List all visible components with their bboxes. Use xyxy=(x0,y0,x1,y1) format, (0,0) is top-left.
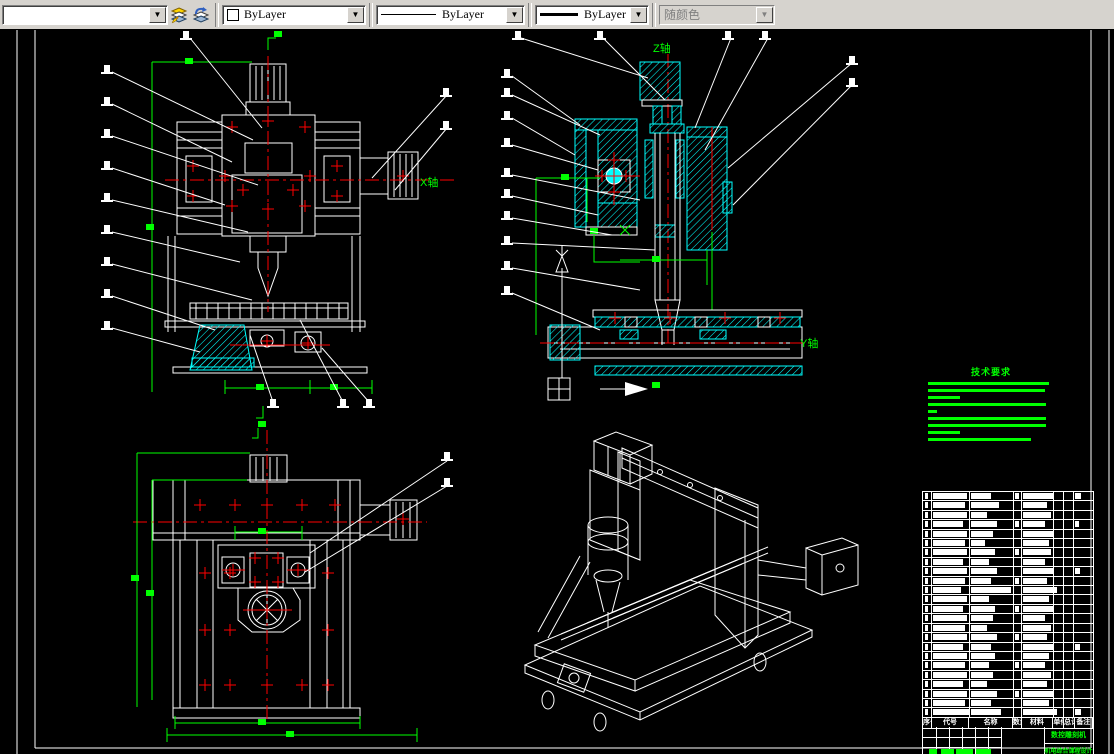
tech-requirement-line xyxy=(928,389,1045,392)
bom-row xyxy=(923,585,1093,594)
plotstyle-combo-arrow-icon: ▼ xyxy=(756,7,773,23)
tech-requirement-line xyxy=(928,382,1049,385)
leader-lines xyxy=(101,31,452,408)
y-axis-label: Y轴 xyxy=(800,336,818,350)
bom-row xyxy=(923,670,1093,679)
view-front-lower xyxy=(131,428,453,742)
bom-row xyxy=(923,707,1093,716)
tech-requirement-line xyxy=(928,403,1046,406)
view-front-xz-assembly: X轴 xyxy=(101,31,455,427)
toolbar-separator xyxy=(215,3,219,27)
model-space-canvas[interactable]: X轴 Z轴 xyxy=(0,29,1114,754)
hole-marks xyxy=(187,115,409,349)
bom-row xyxy=(923,604,1093,613)
bom-row xyxy=(923,623,1093,632)
bom-row xyxy=(923,529,1093,538)
title-block-product-name: 数控雕刻机 xyxy=(1044,730,1093,740)
technical-requirements-title: 技术要求 xyxy=(928,365,1054,378)
centerlines-lower xyxy=(133,430,427,720)
layer-combo[interactable]: ▼ xyxy=(2,5,168,25)
lineweight-combo-value: ByLayer xyxy=(584,7,626,22)
make-object-layer-current-icon[interactable] xyxy=(169,5,189,25)
bom-row xyxy=(923,547,1093,556)
layers-toolbar-panel: ▼ xyxy=(0,1,212,28)
bom-row xyxy=(923,510,1093,519)
bom-row xyxy=(923,689,1093,698)
bom-row xyxy=(923,632,1093,641)
lineweight-sample xyxy=(540,13,578,16)
tech-requirement-line xyxy=(928,438,1031,441)
linetype-combo[interactable]: ByLayer ▼ xyxy=(376,5,525,25)
view-isometric-machine xyxy=(525,432,858,731)
bom-row xyxy=(923,698,1093,707)
color-combo-value: ByLayer xyxy=(244,7,286,22)
bom-row xyxy=(923,538,1093,547)
title-block: 数控雕刻机 机电综合课程设计 xyxy=(922,727,1094,754)
bom-row xyxy=(923,679,1093,688)
object-properties-toolbar: ▼ xyxy=(0,0,1114,30)
bom-row xyxy=(923,566,1093,575)
toolbar-separator xyxy=(369,3,373,27)
toolbar-separator xyxy=(652,3,656,27)
bom-table: 序号代号名称数量材料单件总计备注 xyxy=(922,491,1094,727)
layer-combo-arrow-icon[interactable]: ▼ xyxy=(149,7,166,23)
color-combo[interactable]: ByLayer ▼ xyxy=(222,5,366,25)
bom-row xyxy=(923,613,1093,622)
bom-row xyxy=(923,500,1093,509)
view-section-y-table: Y轴 xyxy=(540,310,818,375)
technical-requirements: 技术要求 xyxy=(928,365,1054,441)
section-direction-arrow xyxy=(625,382,648,396)
linetype-combo-value: ByLayer xyxy=(442,7,484,22)
bom-row xyxy=(923,557,1093,566)
technical-requirements-bars xyxy=(928,382,1054,441)
plotstyle-combo-value: 随颜色 xyxy=(664,6,700,23)
tech-requirement-line xyxy=(928,431,960,434)
layer-previous-icon[interactable] xyxy=(191,5,211,25)
color-swatch xyxy=(227,9,239,21)
bom-row xyxy=(923,660,1093,669)
view-section-z-axis: Z轴 xyxy=(501,31,858,400)
bom-row xyxy=(923,491,1093,500)
centerlines xyxy=(165,56,455,345)
bom-row xyxy=(923,651,1093,660)
linetype-sample xyxy=(381,14,436,15)
bom-row xyxy=(923,642,1093,651)
properties-toolbar-panel: ByLayer ▼ ByLayer ▼ ByLayer ▼ 随颜色 ▼ xyxy=(222,1,775,28)
title-block-drawing-title: 机电综合课程设计 xyxy=(1044,746,1093,754)
bom-row xyxy=(923,594,1093,603)
tech-requirement-line xyxy=(928,410,937,413)
toolbar-separator xyxy=(528,3,532,27)
bom-rows xyxy=(923,491,1093,717)
bom-row xyxy=(923,576,1093,585)
lineweight-combo-arrow-icon[interactable]: ▼ xyxy=(630,7,647,23)
hatch-motor-mount xyxy=(190,325,254,370)
hatched-section xyxy=(575,62,732,250)
linetype-combo-arrow-icon[interactable]: ▼ xyxy=(506,7,523,23)
x-axis-label: X轴 xyxy=(420,175,438,189)
plotstyle-combo: 随颜色 ▼ xyxy=(659,5,775,25)
bom-row xyxy=(923,519,1093,528)
tech-requirement-line xyxy=(928,424,1046,427)
color-combo-arrow-icon[interactable]: ▼ xyxy=(347,7,364,23)
tech-requirement-line xyxy=(928,417,1046,420)
cad-application-window: ▼ xyxy=(0,0,1114,754)
lineweight-combo[interactable]: ByLayer ▼ xyxy=(535,5,649,25)
tech-requirement-line xyxy=(928,396,960,399)
z-axis-label: Z轴 xyxy=(653,41,671,55)
